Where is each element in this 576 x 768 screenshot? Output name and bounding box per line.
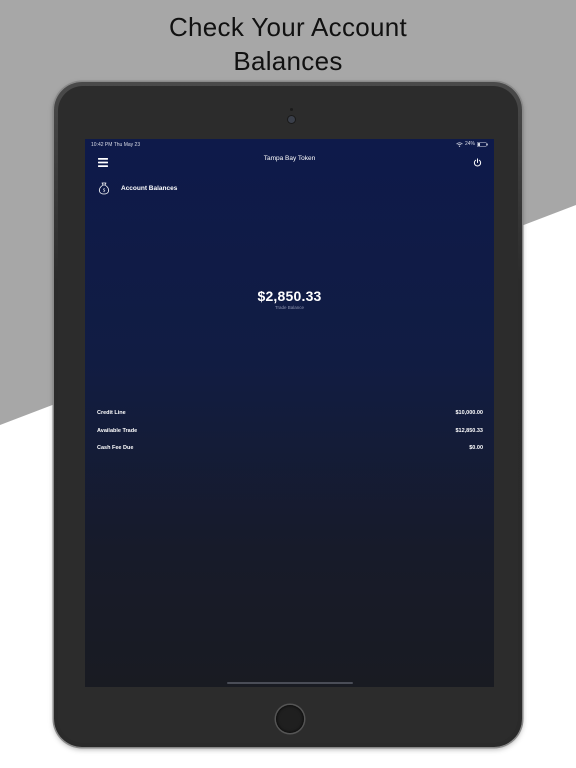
detail-row-credit-line: Credit Line $10,000.00 — [97, 410, 483, 418]
app-screen: 10:42 PM Thu May 23 24% Tampa Bay Token … — [85, 139, 494, 687]
promo-headline: Check Your Account Balances — [0, 10, 576, 78]
money-bag-icon: $ — [97, 181, 111, 195]
section-label: Account Balances — [121, 184, 178, 192]
home-button[interactable] — [276, 705, 304, 733]
detail-label: Available Trade — [97, 428, 138, 434]
trade-balance: $2,850.33 Trade Balance — [85, 288, 494, 310]
account-balances-header[interactable]: $ Account Balances — [97, 180, 177, 196]
nav-title: Tampa Bay Token — [263, 155, 316, 162]
front-sensor — [290, 108, 293, 111]
svg-text:$: $ — [103, 188, 106, 194]
detail-value: $12,850.33 — [455, 428, 483, 434]
detail-value: $10,000.00 — [455, 410, 483, 416]
nav-bar: Tampa Bay Token — [85, 151, 494, 169]
status-bar: 10:42 PM Thu May 23 24% — [85, 139, 494, 151]
status-indicators: 24% — [456, 141, 488, 147]
front-camera — [288, 116, 295, 123]
battery-percent: 24% — [464, 141, 475, 147]
headline-line-2: Balances — [233, 46, 343, 76]
detail-value: $0.00 — [469, 445, 483, 451]
headline-line-1: Check Your Account — [168, 12, 408, 42]
power-icon[interactable] — [473, 154, 482, 172]
detail-label: Credit Line — [97, 410, 126, 416]
status-time: 10:42 PM Thu May 23 — [91, 142, 141, 148]
detail-row-available-trade: Available Trade $12,850.33 — [97, 428, 483, 436]
detail-row-cash-fee-due: Cash Fee Due $0.00 — [97, 445, 483, 453]
home-indicator[interactable] — [227, 682, 353, 684]
trade-balance-amount: $2,850.33 — [257, 288, 322, 304]
detail-label: Cash Fee Due — [97, 445, 134, 451]
trade-balance-caption: Trade Balance — [274, 305, 305, 310]
wifi-icon — [456, 141, 463, 147]
battery-icon — [477, 141, 488, 147]
